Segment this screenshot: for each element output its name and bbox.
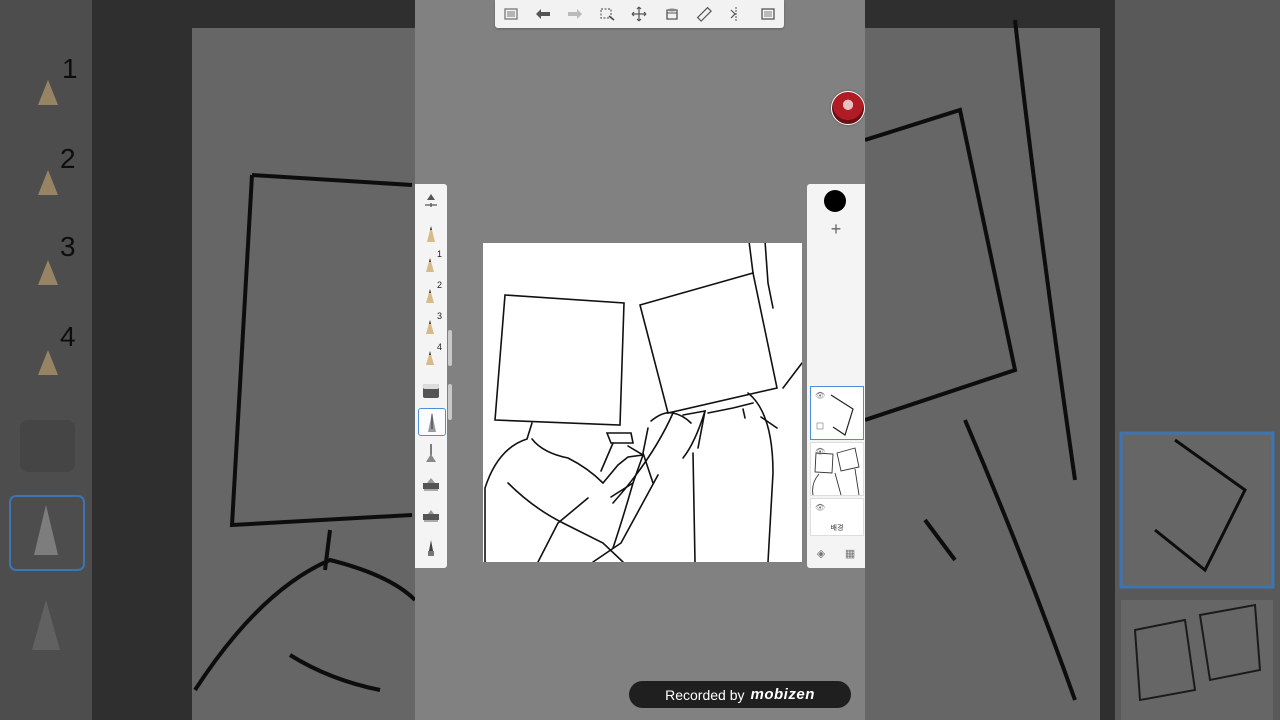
ruler-icon[interactable]	[693, 3, 715, 25]
left-zoomed-backdrop: 1 2 3 4	[0, 0, 415, 720]
move-icon[interactable]	[628, 3, 650, 25]
layer-2-thumbnail[interactable]: 👁	[810, 442, 864, 496]
pencil-3-label: 3	[436, 311, 442, 321]
pencil-4-label: 4	[436, 342, 442, 352]
brush-panel-scroll-handle[interactable]	[448, 330, 452, 366]
drawing-app-screen: 1 2 3 4 + 👁 👁 👁 배경 ◈ ▦ Recorded by mobiz…	[415, 0, 865, 720]
redo-icon[interactable]	[564, 3, 586, 25]
pen-icon[interactable]	[418, 408, 446, 436]
drawing-canvas[interactable]	[483, 243, 802, 562]
sketch-artwork	[484, 243, 802, 562]
eye-icon[interactable]: 👁	[815, 503, 825, 512]
pencil-2-label: 2	[436, 280, 442, 290]
lock-icon	[816, 422, 824, 430]
mobizen-logo: mobizen	[750, 686, 815, 703]
pencil-3-icon[interactable]: 3	[418, 311, 444, 338]
pencil-1-label: 1	[436, 249, 442, 259]
recorder-prefix: Recorded by	[665, 686, 745, 703]
symmetry-icon[interactable]	[725, 3, 747, 25]
brush-tip-icon[interactable]	[418, 534, 444, 560]
layer-grid-icon[interactable]: ▦	[845, 547, 855, 560]
background-layer[interactable]: 👁 배경	[810, 498, 864, 536]
layer-1-thumbnail[interactable]: 👁	[810, 386, 864, 440]
pencil-icon[interactable]	[418, 220, 444, 246]
layer-panel: + 👁 👁 👁 배경 ◈ ▦	[807, 184, 865, 568]
brush-panel: 1 2 3 4	[415, 184, 447, 568]
undo-icon[interactable]	[532, 3, 554, 25]
marker-icon[interactable]	[418, 471, 444, 497]
layers-icon[interactable]: ◈	[817, 547, 825, 560]
brush-size-handle[interactable]	[448, 384, 452, 420]
eye-icon[interactable]: 👁	[815, 391, 825, 400]
selection-icon[interactable]	[596, 3, 618, 25]
layer-tools: ◈ ▦	[807, 547, 865, 560]
right-zoomed-backdrop	[865, 0, 1280, 720]
pencil-4-icon[interactable]: 4	[418, 342, 444, 369]
fullscreen-icon[interactable]	[757, 3, 779, 25]
current-color-swatch[interactable]	[824, 190, 846, 212]
marker-2-icon[interactable]	[418, 502, 444, 528]
brush-settings-icon[interactable]	[418, 188, 444, 214]
add-layer-button[interactable]: +	[827, 220, 845, 238]
recorder-watermark: Recorded by mobizen	[629, 681, 851, 708]
eye-icon[interactable]: 👁	[815, 447, 825, 456]
background-layer-label: 배경	[830, 525, 844, 532]
pencil-2-icon[interactable]: 2	[418, 280, 444, 307]
menu-icon[interactable]	[500, 3, 522, 25]
top-toolbar	[495, 0, 784, 28]
user-avatar[interactable]	[831, 91, 865, 125]
fill-icon[interactable]	[661, 3, 683, 25]
pencil-1-icon[interactable]: 1	[418, 249, 444, 276]
airbrush-icon[interactable]	[418, 440, 444, 466]
eraser-icon[interactable]	[418, 378, 444, 404]
